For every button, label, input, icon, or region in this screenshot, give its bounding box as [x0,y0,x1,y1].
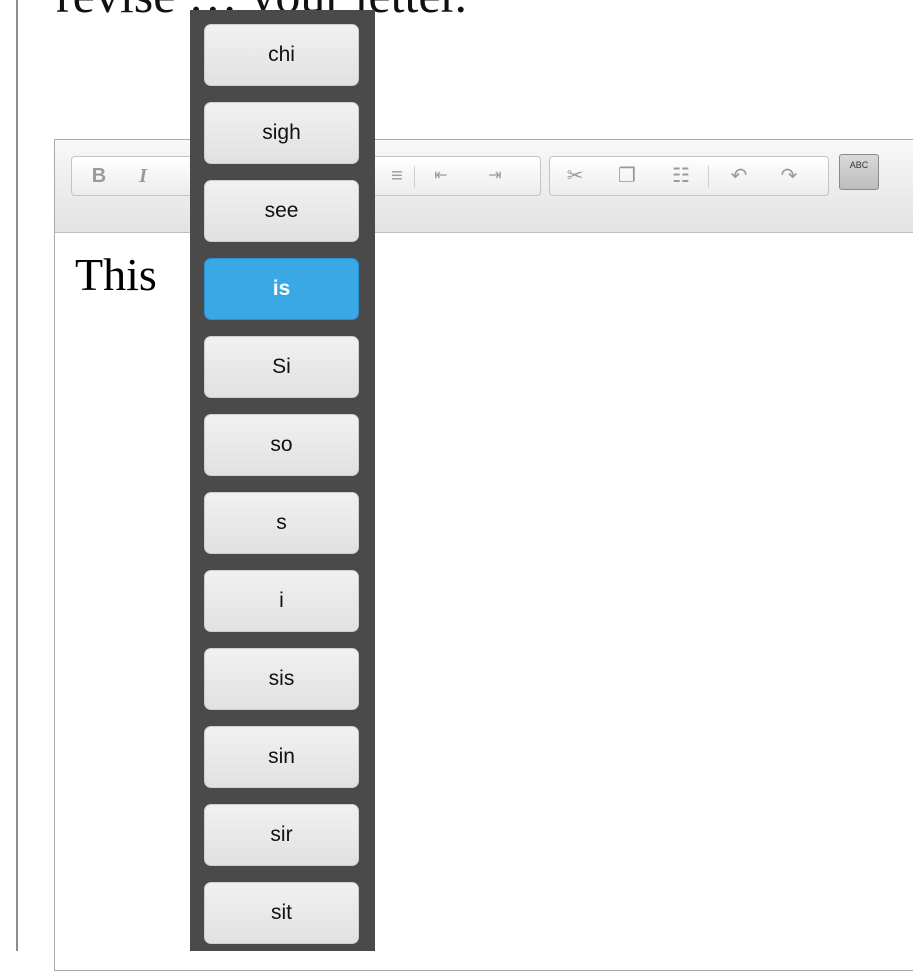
spellcheck-icon: ABC [849,160,869,170]
bold-button[interactable]: B [86,163,112,189]
suggestion-item[interactable]: sis [204,648,359,710]
outdent-icon[interactable]: ⇤ [428,163,454,189]
rich-text-editor: B I ≡ ⇤ ⇥ ✂ ❐ ☷ ↶ ↷ ABC This [54,139,913,971]
indent-icon[interactable]: ⇥ [482,163,508,189]
suggestion-item[interactable]: s [204,492,359,554]
suggestion-item[interactable]: sin [204,726,359,788]
editor-toolbar: B I ≡ ⇤ ⇥ ✂ ❐ ☷ ↶ ↷ ABC [55,140,913,233]
copy-icon[interactable]: ❐ [614,163,640,189]
cut-icon[interactable]: ✂ [562,163,588,189]
suggestion-item[interactable]: chi [204,24,359,86]
suggestion-item-selected[interactable]: is [204,258,359,320]
suggestion-item[interactable]: sir [204,804,359,866]
edit-group: ✂ ❐ ☷ ↶ ↷ [549,156,829,196]
editor-content[interactable]: This [75,248,157,301]
suggestion-item[interactable]: so [204,414,359,476]
suggestion-item[interactable]: Si [204,336,359,398]
suggestion-menu: chi sigh see is Si so s i sis sin sir si… [190,10,375,951]
suggestion-item[interactable]: i [204,570,359,632]
suggestion-item[interactable]: sit [204,882,359,944]
redo-icon[interactable]: ↷ [776,163,802,189]
spellcheck-button[interactable]: ABC [839,154,879,190]
paste-icon[interactable]: ☷ [668,163,694,189]
italic-button[interactable]: I [130,163,156,189]
undo-icon[interactable]: ↶ [726,163,752,189]
suggestion-item[interactable]: see [204,180,359,242]
bullet-list-icon[interactable]: ≡ [384,163,410,189]
left-border [16,0,18,951]
suggestion-item[interactable]: sigh [204,102,359,164]
